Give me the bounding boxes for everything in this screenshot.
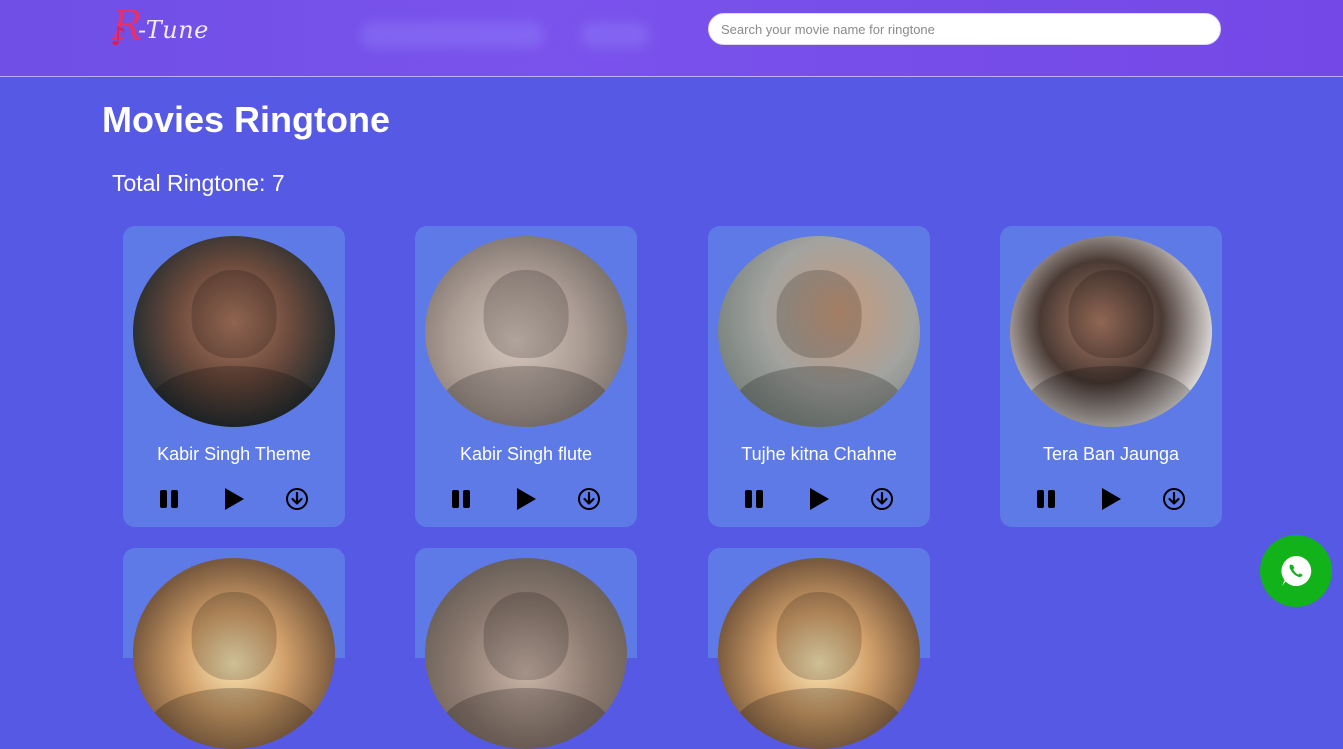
whatsapp-icon	[1281, 555, 1312, 586]
ringtone-thumbnail	[1010, 236, 1212, 427]
download-button[interactable]	[283, 485, 311, 513]
ringtone-card	[708, 548, 930, 749]
play-button[interactable]	[804, 485, 832, 513]
ringtone-thumbnail	[133, 236, 335, 427]
page-title: Movies Ringtone	[102, 99, 391, 140]
search-box[interactable]	[708, 13, 1221, 45]
ringtone-title: Tujhe kitna Chahne	[741, 444, 897, 464]
pause-button[interactable]	[740, 485, 768, 513]
download-button[interactable]	[868, 485, 896, 513]
nav-link-blurred[interactable]	[360, 22, 545, 48]
play-button[interactable]	[1096, 485, 1124, 513]
download-icon	[1163, 488, 1185, 510]
pause-button[interactable]	[155, 485, 183, 513]
play-icon	[810, 488, 829, 510]
pause-icon	[745, 490, 763, 508]
ringtone-title: Tera Ban Jaunga	[1042, 444, 1180, 464]
ringtone-thumbnail	[718, 558, 920, 749]
ringtone-card	[123, 548, 345, 749]
ringtone-thumbnail	[718, 236, 920, 427]
ringtone-thumbnail	[425, 558, 627, 749]
download-icon	[578, 488, 600, 510]
nav-link-blurred[interactable]	[580, 22, 650, 48]
ringtone-thumbnail	[425, 236, 627, 427]
ringtone-card: Tera Ban Jaunga	[1000, 226, 1222, 527]
play-button[interactable]	[219, 485, 247, 513]
download-icon	[286, 488, 308, 510]
search-input[interactable]	[709, 14, 1220, 44]
ringtone-card	[415, 548, 637, 749]
site-header: R ♪ -Tune	[0, 0, 1343, 77]
ringtone-card: Kabir Singh flute	[415, 226, 637, 527]
ringtone-title: Kabir Singh flute	[459, 444, 593, 464]
pause-icon	[1037, 490, 1055, 508]
play-icon	[517, 488, 536, 510]
play-button[interactable]	[511, 485, 539, 513]
music-note-icon: ♪	[110, 22, 127, 52]
play-icon	[1102, 488, 1121, 510]
download-button[interactable]	[575, 485, 603, 513]
pause-button[interactable]	[447, 485, 475, 513]
total-ringtone-count: Total Ringtone: 7	[112, 170, 285, 196]
ringtone-title: Kabir Singh Theme	[157, 444, 311, 464]
ringtone-thumbnail	[133, 558, 335, 749]
download-icon	[871, 488, 893, 510]
download-button[interactable]	[1160, 485, 1188, 513]
ringtone-card: Tujhe kitna Chahne	[708, 226, 930, 527]
whatsapp-button[interactable]	[1260, 535, 1332, 607]
pause-icon	[160, 490, 178, 508]
pause-button[interactable]	[1032, 485, 1060, 513]
ringtone-card: Kabir Singh Theme	[123, 226, 345, 527]
site-logo[interactable]: R ♪ -Tune	[110, 3, 240, 52]
play-icon	[225, 488, 244, 510]
logo-text: -Tune	[138, 16, 209, 44]
pause-icon	[452, 490, 470, 508]
